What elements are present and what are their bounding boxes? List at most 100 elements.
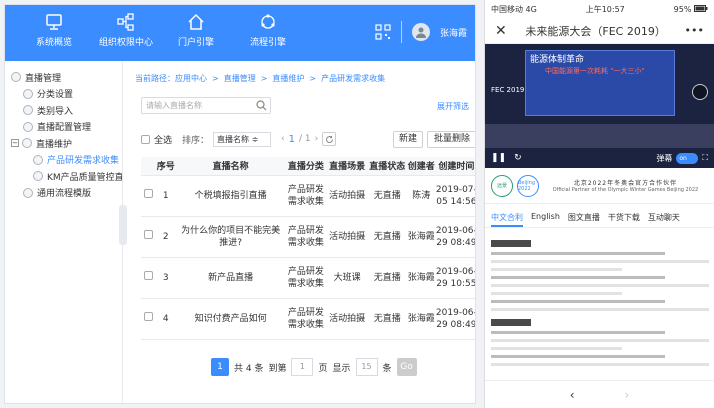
replay-icon[interactable] [692, 84, 708, 100]
row-number: 2 [155, 216, 177, 258]
phone-bottom-bar: ‹ › [485, 380, 714, 408]
sidebar-item-category-import[interactable]: 类别导入 [5, 102, 122, 119]
column-header[interactable]: 直播场景 [326, 157, 368, 176]
go-button[interactable]: Go [396, 358, 417, 376]
live-table: 序号 直播名称 直播分类 直播场景 直播状态 创建者 创建时间 1 个税填报指引… [141, 157, 475, 340]
row-number: 1 [155, 175, 177, 217]
table-row[interactable]: 4 知识付费产品如何 产品研发需求收集 活动拍摄 无直播 张海霞 2019-06… [141, 298, 475, 340]
tab-chat[interactable]: 互动聊天 [648, 212, 680, 227]
live-title[interactable]: 为什么你的项目不能完美推进? [176, 216, 286, 258]
page-button-current[interactable]: 1 [211, 358, 229, 376]
search-input[interactable]: 请输入直播名称 [141, 97, 271, 114]
back-icon[interactable]: ‹ [570, 388, 575, 402]
column-header[interactable]: 创建者 [406, 157, 436, 176]
danmaku-control: 弹幕 on ⛶ [656, 152, 708, 164]
refresh-icon[interactable]: ↻ [514, 153, 522, 163]
page-current: 1 [288, 133, 296, 145]
sidebar-item-rd-requirements[interactable]: 产品研发需求收集 [5, 152, 122, 169]
refresh-button[interactable] [322, 132, 337, 146]
node-icon [23, 121, 33, 132]
tab-downloads[interactable]: 干货下载 [608, 212, 640, 227]
sidebar-item-live-maintenance[interactable]: − 直播维护 [5, 135, 122, 152]
danmaku-toggle[interactable]: on [676, 152, 699, 164]
sidebar-item-km-quality[interactable]: KM产品质量管控直播 [5, 168, 122, 185]
tab-chinese[interactable]: 中文合利 [491, 212, 523, 227]
breadcrumb-item[interactable]: 直播维护 [272, 74, 304, 83]
table-header: 序号 直播名称 直播分类 直播场景 直播状态 创建者 创建时间 [141, 157, 475, 176]
sidebar-item-process-template[interactable]: 通用流程模版 [5, 185, 122, 202]
sort-select[interactable]: 直播名称 ≑ [213, 131, 272, 147]
row-checkbox[interactable] [143, 230, 153, 239]
tab-live-text[interactable]: 图文直播 [568, 212, 600, 227]
table-row[interactable]: 3 新产品直播 产品研发需求收集 大班课 无直播 张海霞 2019-06-29 … [141, 257, 475, 299]
breadcrumb-item[interactable]: 直播管理 [224, 74, 256, 83]
pagination: 1 共 4 条 到第 1 页 显示 15 条 Go [211, 358, 417, 376]
battery: 95% [674, 4, 708, 14]
sidebar-collapse-handle[interactable] [119, 205, 127, 245]
live-title[interactable]: 个税填报指引直播 [176, 175, 286, 217]
goto-label: 到第 [268, 363, 287, 374]
next-page-icon[interactable]: › [315, 134, 319, 144]
breadcrumb-item[interactable]: 产品研发需求收集 [321, 74, 385, 83]
search-icon[interactable] [256, 100, 267, 111]
live-scene: 活动拍摄 [326, 298, 368, 340]
row-checkbox[interactable] [143, 189, 153, 198]
column-header[interactable]: 直播分类 [285, 157, 327, 176]
batch-delete-button[interactable]: 批量删除 [427, 131, 475, 148]
new-button[interactable]: 新建 [393, 131, 423, 148]
toolbar: 全选 排序： 直播名称 ≑ ‹ 1 / 1 › [141, 131, 475, 147]
collapse-toggle-icon[interactable]: − [11, 139, 19, 148]
forward-icon[interactable]: › [625, 388, 630, 402]
prev-page-icon[interactable]: ‹ [281, 134, 285, 144]
mobile-preview: 中国移动 4G 上午10:57 95% ✕ 未来能源大会（FEC 2019） •… [484, 0, 714, 408]
breadcrumb-item[interactable]: 应用中心 [175, 74, 207, 83]
sidebar-item-label: 通用流程模版 [37, 189, 92, 200]
fullscreen-icon[interactable]: ⛶ [702, 153, 708, 163]
video-player[interactable]: 能源体制革命 中国能源第一次耗耗 "一大三小" FEC 2019 ❚❚ ↻ 弹幕… [485, 44, 714, 168]
qr-code-icon[interactable] [375, 24, 391, 40]
sponsor-cn: 北京2022年冬奥会官方合作伙伴 [573, 180, 678, 187]
live-title[interactable]: 新产品直播 [176, 257, 286, 299]
column-header[interactable]: 序号 [155, 157, 177, 176]
workflow-icon [261, 14, 275, 29]
video-controls: ❚❚ ↻ 弹幕 on ⛶ [485, 148, 714, 168]
expand-filter-link[interactable]: 展开筛选 [437, 101, 469, 112]
nav-portal-engine[interactable]: 门户引擎 [161, 13, 231, 48]
live-category: 产品研发需求收集 [285, 257, 327, 299]
pause-icon[interactable]: ❚❚ [491, 153, 506, 163]
table-row[interactable]: 1 个税填报指引直播 产品研发需求收集 活动拍摄 无直播 陈涛 2019-07-… [141, 175, 475, 217]
created-time: 2019-07-05 14:56 [435, 175, 475, 217]
close-icon[interactable]: ✕ [495, 23, 507, 39]
agenda-document [491, 232, 709, 371]
user-name[interactable]: 张海霞 [440, 26, 467, 39]
goto-page-input[interactable]: 1 [291, 358, 314, 376]
row-checkbox[interactable] [143, 312, 153, 321]
live-category: 产品研发需求收集 [285, 216, 327, 258]
nav-system-overview[interactable]: 系统概览 [19, 13, 89, 48]
more-icon[interactable]: ••• [685, 24, 704, 37]
column-header[interactable]: 创建时间 [435, 157, 475, 176]
node-icon [22, 138, 32, 149]
node-icon [33, 154, 43, 165]
table-row[interactable]: 2 为什么你的项目不能完美推进? 产品研发需求收集 活动拍摄 无直播 张海霞 2… [141, 216, 475, 258]
sidebar-item-live-config[interactable]: 直播配置管理 [5, 119, 122, 136]
monitor-icon [46, 14, 62, 30]
sidebar-item-category-settings[interactable]: 分类设置 [5, 86, 122, 103]
breadcrumb-label: 当前路径： [135, 74, 175, 83]
column-header[interactable]: 直播名称 [176, 157, 286, 176]
live-title[interactable]: 知识付费产品如何 [176, 298, 286, 340]
creator: 张海霞 [406, 216, 436, 258]
admin-panel: 系统概览 组织权限中心 门户引擎 流程引擎 张海霞 直播管理 分类设置 类别导入… [4, 4, 476, 404]
select-all-checkbox[interactable] [141, 134, 150, 144]
show-label: 显示 [332, 363, 351, 374]
row-checkbox[interactable] [143, 271, 153, 280]
page-size-input[interactable]: 15 [355, 358, 378, 376]
nav-process-engine[interactable]: 流程引擎 [233, 13, 303, 48]
sidebar-item-live-management[interactable]: 直播管理 [5, 69, 122, 86]
column-header[interactable]: 直播状态 [367, 157, 407, 176]
sidebar-item-label: 直播配置管理 [37, 123, 92, 134]
sidebar-item-label: 产品研发需求收集 [47, 156, 120, 167]
tab-english[interactable]: English [531, 212, 560, 227]
nav-org-permissions[interactable]: 组织权限中心 [91, 13, 161, 48]
avatar[interactable] [411, 23, 430, 41]
